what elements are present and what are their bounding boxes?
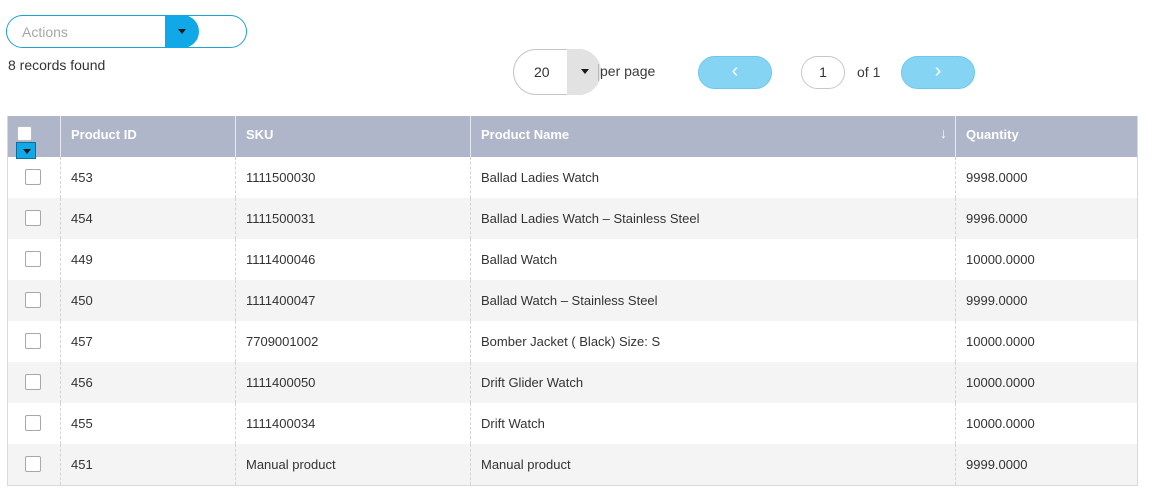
per-page-select[interactable]: 20 <box>513 49 601 95</box>
sku-cell: 1111500031 <box>235 198 470 239</box>
quantity-cell: 9998.0000 <box>955 157 1137 198</box>
column-header-product-name[interactable]: Product Name ↓ <box>470 116 955 157</box>
quantity-cell: 10000.0000 <box>955 321 1137 362</box>
row-select-cell <box>8 444 60 485</box>
actions-placeholder: Actions <box>22 24 68 40</box>
per-page-label: per page <box>597 63 656 81</box>
product-name-cell: Bomber Jacket ( Black) Size: S <box>470 321 955 362</box>
sku-cell: 7709001002 <box>235 321 470 362</box>
products-grid: Product ID SKU Product Name ↓ Quantity 4… <box>7 116 1138 486</box>
row-select-cell <box>8 403 60 444</box>
row-select-cell <box>8 239 60 280</box>
sort-descending-icon: ↓ <box>940 125 947 141</box>
product-name-cell: Drift Watch <box>470 403 955 444</box>
chevron-down-icon <box>581 69 589 74</box>
table-row: 451 Manual product Manual product 9999.0… <box>8 444 1137 485</box>
table-row: 455 1111400034 Drift Watch 10000.0000 <box>8 403 1137 444</box>
chevron-down-icon <box>23 149 31 154</box>
row-checkbox[interactable] <box>25 169 41 185</box>
quantity-cell: 9996.0000 <box>955 198 1137 239</box>
select-all-column <box>8 116 60 159</box>
product-id-cell: 453 <box>60 157 235 198</box>
table-row: 454 1111500031 Ballad Ladies Watch – Sta… <box>8 198 1137 239</box>
actions-dropdown[interactable]: Actions <box>6 15 247 48</box>
product-name-cell: Ballad Watch – Stainless Steel <box>470 280 955 321</box>
select-all-checkbox[interactable] <box>17 126 32 141</box>
per-page-dropdown-button[interactable] <box>567 49 601 95</box>
product-id-cell: 449 <box>60 239 235 280</box>
row-select-cell <box>8 321 60 362</box>
quantity-cell: 10000.0000 <box>955 239 1137 280</box>
records-count: 8 records found <box>8 57 106 73</box>
product-name-cell: Ballad Watch <box>470 239 955 280</box>
product-id-cell: 455 <box>60 403 235 444</box>
chevron-left-icon: ‹ <box>731 60 739 82</box>
row-checkbox[interactable] <box>25 333 41 349</box>
row-checkbox[interactable] <box>25 210 41 226</box>
sku-cell: 1111400050 <box>235 362 470 403</box>
product-name-cell: Ballad Ladies Watch <box>470 157 955 198</box>
column-header-product-id[interactable]: Product ID <box>60 116 235 157</box>
page-total-label: of 1 <box>857 64 881 80</box>
quantity-cell: 9999.0000 <box>955 444 1137 485</box>
row-checkbox[interactable] <box>25 415 41 431</box>
row-select-cell <box>8 280 60 321</box>
row-select-cell <box>8 198 60 239</box>
row-checkbox[interactable] <box>25 292 41 308</box>
product-name-cell: Manual product <box>470 444 955 485</box>
row-select-cell <box>8 157 60 198</box>
column-header-quantity[interactable]: Quantity <box>955 116 1137 157</box>
product-name-cell: Ballad Ladies Watch – Stainless Steel <box>470 198 955 239</box>
sku-cell: 1111400047 <box>235 280 470 321</box>
grid-header: Product ID SKU Product Name ↓ Quantity <box>8 116 1137 159</box>
sku-cell: 1111500030 <box>235 157 470 198</box>
sku-cell: Manual product <box>235 444 470 485</box>
table-row: 450 1111400047 Ballad Watch – Stainless … <box>8 280 1137 321</box>
quantity-cell: 10000.0000 <box>955 403 1137 444</box>
product-id-cell: 454 <box>60 198 235 239</box>
table-row: 449 1111400046 Ballad Watch 10000.0000 <box>8 239 1137 280</box>
previous-page-button[interactable]: ‹ <box>698 56 772 89</box>
actions-dropdown-button[interactable] <box>165 15 199 48</box>
quantity-cell: 10000.0000 <box>955 362 1137 403</box>
row-checkbox[interactable] <box>25 374 41 390</box>
column-header-label: Product Name <box>481 127 570 142</box>
table-row: 457 7709001002 Bomber Jacket ( Black) Si… <box>8 321 1137 362</box>
table-row: 453 1111500030 Ballad Ladies Watch 9998.… <box>8 157 1137 198</box>
sku-cell: 1111400034 <box>235 403 470 444</box>
product-id-cell: 457 <box>60 321 235 362</box>
per-page-value: 20 <box>534 64 550 80</box>
product-id-cell: 451 <box>60 444 235 485</box>
product-id-cell: 450 <box>60 280 235 321</box>
table-row: 456 1111400050 Drift Glider Watch 10000.… <box>8 362 1137 403</box>
row-checkbox[interactable] <box>25 456 41 472</box>
product-id-cell: 456 <box>60 362 235 403</box>
next-page-button[interactable]: › <box>901 56 975 89</box>
column-header-sku[interactable]: SKU <box>235 116 470 157</box>
row-select-cell <box>8 362 60 403</box>
sku-cell: 1111400046 <box>235 239 470 280</box>
quantity-cell: 9999.0000 <box>955 280 1137 321</box>
page-number-input[interactable]: 1 <box>801 56 845 89</box>
row-checkbox[interactable] <box>25 251 41 267</box>
product-name-cell: Drift Glider Watch <box>470 362 955 403</box>
chevron-right-icon: › <box>934 60 942 82</box>
chevron-down-icon <box>178 29 186 34</box>
grid-body: 453 1111500030 Ballad Ladies Watch 9998.… <box>8 157 1137 485</box>
